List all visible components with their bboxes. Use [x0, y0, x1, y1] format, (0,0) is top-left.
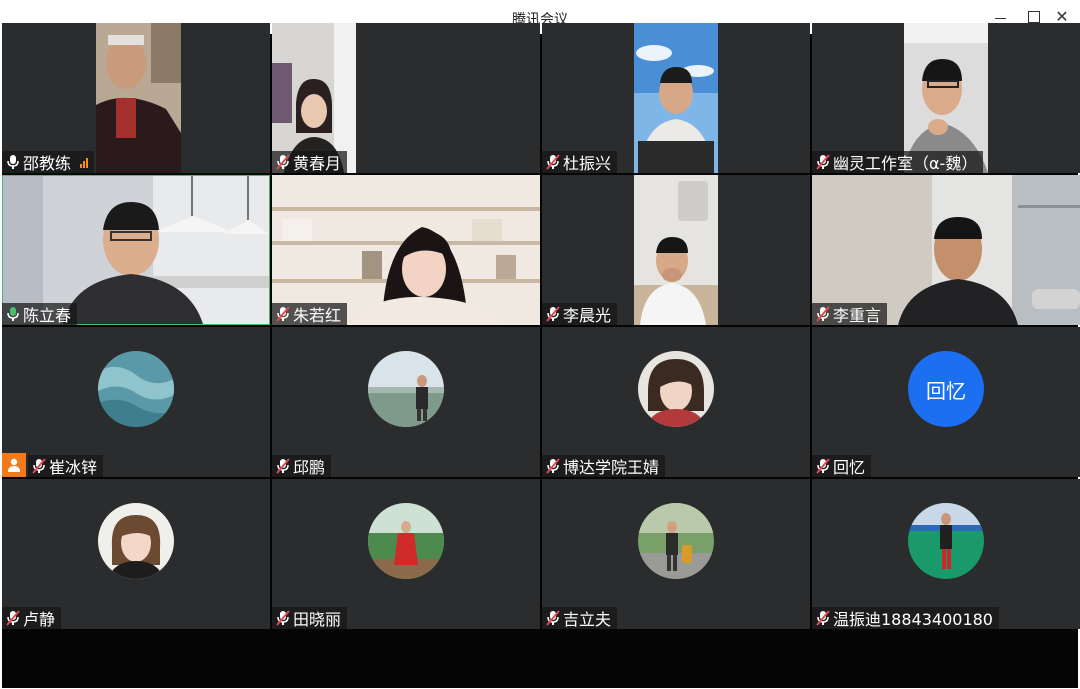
microphone-speaking-icon — [7, 307, 19, 321]
participant-name: 李重言 — [833, 306, 882, 325]
microphone-muted-icon — [6, 610, 20, 626]
participant-name: 邵教练 — [23, 154, 72, 173]
name-bar: 朱若红 — [272, 303, 348, 325]
avatar — [368, 351, 444, 427]
name-bar: 邵教练 — [2, 151, 95, 173]
microphone-muted-icon — [546, 154, 560, 170]
microphone-muted-icon — [276, 610, 290, 626]
participant-tile[interactable]: 回忆 回忆 — [812, 327, 1080, 477]
microphone-muted-icon — [32, 458, 46, 474]
microphone-muted-icon — [546, 458, 560, 474]
name-bar: 田晓丽 — [272, 607, 348, 629]
microphone-muted-icon — [816, 610, 830, 626]
participant-tile[interactable]: 朱若红 — [272, 175, 540, 325]
avatar — [638, 351, 714, 427]
name-bar: 卢静 — [2, 607, 62, 629]
name-bar: 邱鹏 — [272, 455, 332, 477]
name-bar: 陈立春 — [2, 303, 78, 325]
host-badge — [2, 453, 26, 477]
participant-grid: 邵教练 黄春月 杜振兴 幽灵工作室（α-魏） 陈立春 朱若红 李晨光 李重言 崔… — [2, 23, 1080, 663]
microphone-muted-icon — [276, 154, 290, 170]
name-bar: 黄春月 — [272, 151, 348, 173]
audio-level-icon — [80, 156, 89, 168]
avatar-initials: 回忆 — [908, 351, 984, 427]
name-bar: 吉立夫 — [542, 607, 618, 629]
avatar — [638, 503, 714, 579]
participant-name: 回忆 — [833, 458, 866, 477]
microphone-muted-icon — [276, 306, 290, 322]
participant-name: 温振迪18843400180 — [833, 610, 993, 629]
participant-tile[interactable]: 杜振兴 — [542, 23, 810, 173]
minimize-icon — [994, 17, 1006, 19]
participant-name: 田晓丽 — [293, 610, 342, 629]
maximize-icon — [1028, 11, 1040, 23]
participant-tile[interactable]: 邵教练 — [2, 23, 270, 173]
microphone-muted-icon — [546, 306, 560, 322]
participant-name: 邱鹏 — [293, 458, 326, 477]
microphone-muted-icon — [546, 610, 560, 626]
participant-name: 李晨光 — [563, 306, 612, 325]
participant-tile[interactable]: 吉立夫 — [542, 479, 810, 629]
name-bar: 温振迪18843400180 — [812, 607, 999, 629]
participant-name: 博达学院王婧 — [563, 458, 660, 477]
participant-name: 崔冰锌 — [49, 458, 98, 477]
participant-tile[interactable]: 李晨光 — [542, 175, 810, 325]
participant-tile[interactable]: 田晓丽 — [272, 479, 540, 629]
participant-name: 杜振兴 — [563, 154, 612, 173]
name-bar: 崔冰锌 — [28, 455, 104, 477]
participant-name: 幽灵工作室（α-魏） — [833, 154, 978, 173]
microphone-icon — [7, 155, 19, 169]
user-icon — [8, 458, 20, 472]
participant-tile[interactable]: 博达学院王婧 — [542, 327, 810, 477]
participant-tile[interactable]: 邱鹏 — [272, 327, 540, 477]
name-bar: 博达学院王婧 — [542, 455, 666, 477]
name-bar: 杜振兴 — [542, 151, 618, 173]
microphone-muted-icon — [816, 154, 830, 170]
participant-tile[interactable]: 幽灵工作室（α-魏） — [812, 23, 1080, 173]
microphone-muted-icon — [276, 458, 290, 474]
participant-tile-speaking[interactable]: 陈立春 — [2, 175, 270, 325]
participant-name: 朱若红 — [293, 306, 342, 325]
avatar — [368, 503, 444, 579]
avatar — [98, 351, 174, 427]
participant-tile[interactable]: 黄春月 — [272, 23, 540, 173]
name-bar: 幽灵工作室（α-魏） — [812, 151, 984, 173]
participant-tile[interactable]: 崔冰锌 — [2, 327, 270, 477]
participant-name: 陈立春 — [23, 306, 72, 325]
microphone-muted-icon — [816, 458, 830, 474]
avatar — [908, 503, 984, 579]
participant-tile[interactable]: 温振迪18843400180 — [812, 479, 1080, 629]
microphone-muted-icon — [816, 306, 830, 322]
name-bar: 李晨光 — [542, 303, 618, 325]
participant-tile[interactable]: 卢静 — [2, 479, 270, 629]
video-feed — [634, 175, 718, 325]
video-feed — [96, 23, 181, 173]
participant-name: 卢静 — [23, 610, 56, 629]
participant-tile[interactable]: 李重言 — [812, 175, 1080, 325]
video-feed — [634, 23, 718, 173]
participant-name: 吉立夫 — [563, 610, 612, 629]
avatar — [98, 503, 174, 579]
name-bar: 李重言 — [812, 303, 888, 325]
participant-name: 黄春月 — [293, 154, 342, 173]
name-bar: 回忆 — [812, 455, 872, 477]
